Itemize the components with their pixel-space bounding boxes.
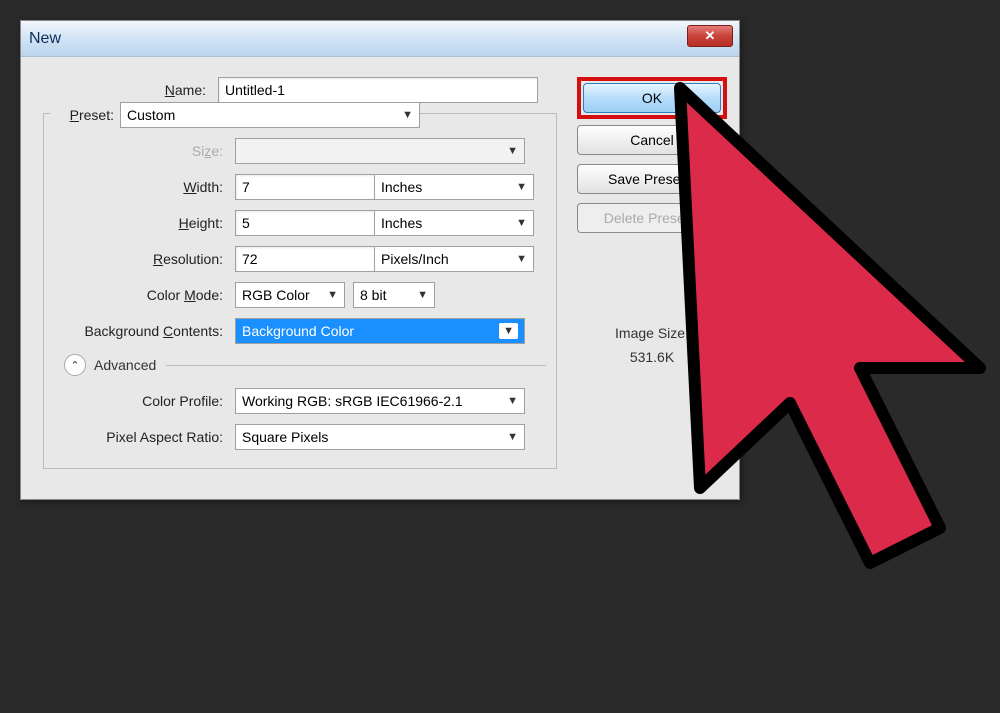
preset-value: Custom xyxy=(127,107,175,123)
new-document-dialog: New ✕ Name: Preset: Custom ▼ Size: xyxy=(20,20,740,500)
ok-label: OK xyxy=(642,90,662,106)
advanced-header: ⌃ Advanced xyxy=(64,354,546,376)
divider xyxy=(166,365,546,366)
chevron-down-icon: ▼ xyxy=(417,289,428,301)
chevron-up-icon: ⌃ xyxy=(70,359,79,372)
resolution-label: Resolution: xyxy=(50,251,235,267)
name-label: Name: xyxy=(33,82,218,98)
chevron-down-icon: ▼ xyxy=(507,145,518,157)
titlebar[interactable]: New ✕ xyxy=(21,21,739,57)
height-unit-value: Inches xyxy=(381,215,422,231)
width-label: Width: xyxy=(50,179,235,195)
chevron-down-icon: ▼ xyxy=(516,181,527,193)
cancel-label: Cancel xyxy=(630,132,674,148)
size-label: Size: xyxy=(50,143,235,159)
advanced-label: Advanced xyxy=(94,357,156,373)
height-label: Height: xyxy=(50,215,235,231)
delete-preset-button: Delete Preset... xyxy=(577,203,727,233)
image-size-value: 531.6K xyxy=(577,346,727,370)
resolution-input[interactable] xyxy=(235,246,375,272)
bg-value: Background Color xyxy=(242,323,354,339)
ok-button[interactable]: OK xyxy=(583,83,721,113)
cancel-button[interactable]: Cancel xyxy=(577,125,727,155)
width-unit-dropdown[interactable]: Inches ▼ xyxy=(374,174,534,200)
image-size-label: Image Size: xyxy=(577,322,727,346)
chevron-down-icon: ▼ xyxy=(327,289,338,301)
profile-dropdown[interactable]: Working RGB: sRGB IEC61966-2.1 ▼ xyxy=(235,388,525,414)
right-pane: OK Cancel Save Preset... Delete Preset..… xyxy=(567,77,727,469)
chevron-down-icon: ▼ xyxy=(516,217,527,229)
resolution-unit-value: Pixels/Inch xyxy=(381,251,449,267)
image-size-info: Image Size: 531.6K xyxy=(577,322,727,370)
delete-preset-label: Delete Preset... xyxy=(604,210,701,226)
left-pane: Name: Preset: Custom ▼ Size: ▼ xyxy=(33,77,567,469)
width-unit-value: Inches xyxy=(381,179,422,195)
dialog-body: Name: Preset: Custom ▼ Size: ▼ xyxy=(21,57,739,499)
size-dropdown: ▼ xyxy=(235,138,525,164)
close-button[interactable]: ✕ xyxy=(687,25,733,47)
chevron-down-icon: ▼ xyxy=(499,323,518,339)
colormode-value: RGB Color xyxy=(242,287,310,303)
close-icon: ✕ xyxy=(705,28,716,44)
resolution-unit-dropdown[interactable]: Pixels/Inch ▼ xyxy=(374,246,534,272)
bitdepth-value: 8 bit xyxy=(360,287,386,303)
pixelaspect-label: Pixel Aspect Ratio: xyxy=(50,429,235,445)
advanced-toggle[interactable]: ⌃ xyxy=(64,354,86,376)
profile-label: Color Profile: xyxy=(50,393,235,409)
chevron-down-icon: ▼ xyxy=(402,109,413,121)
bg-label: Background Contents: xyxy=(50,323,235,339)
save-preset-button[interactable]: Save Preset... xyxy=(577,164,727,194)
colormode-label: Color Mode: xyxy=(50,287,235,303)
width-input[interactable] xyxy=(235,174,375,200)
height-unit-dropdown[interactable]: Inches ▼ xyxy=(374,210,534,236)
bg-dropdown[interactable]: Background Color ▼ xyxy=(235,318,525,344)
chevron-down-icon: ▼ xyxy=(516,253,527,265)
dialog-title: New xyxy=(29,30,61,48)
chevron-down-icon: ▼ xyxy=(507,395,518,407)
save-preset-label: Save Preset... xyxy=(608,171,696,187)
colormode-dropdown[interactable]: RGB Color ▼ xyxy=(235,282,345,308)
profile-value: Working RGB: sRGB IEC61966-2.1 xyxy=(242,393,463,409)
bitdepth-dropdown[interactable]: 8 bit ▼ xyxy=(353,282,435,308)
pixelaspect-value: Square Pixels xyxy=(242,429,328,445)
pixelaspect-dropdown[interactable]: Square Pixels ▼ xyxy=(235,424,525,450)
ok-highlight-box: OK xyxy=(577,77,727,119)
chevron-down-icon: ▼ xyxy=(507,431,518,443)
preset-fieldset: Preset: Custom ▼ Size: ▼ Width: xyxy=(43,113,557,469)
preset-label: Preset: xyxy=(50,107,120,123)
name-input[interactable] xyxy=(218,77,538,103)
height-input[interactable] xyxy=(235,210,375,236)
preset-dropdown[interactable]: Custom ▼ xyxy=(120,102,420,128)
